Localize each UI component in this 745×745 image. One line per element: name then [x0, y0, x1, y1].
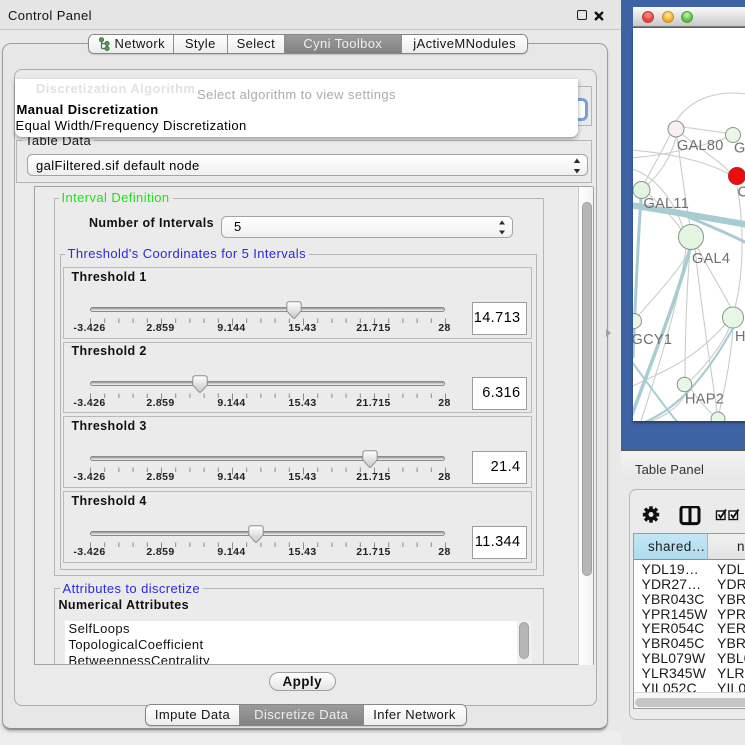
svg-text:CYC8: CYC8 — [738, 185, 745, 201]
svg-text:GCY1: GCY1 — [633, 332, 672, 348]
svg-text:GAL11: GAL11 — [644, 196, 690, 212]
svg-text:GAL: GAL — [734, 141, 745, 157]
svg-text:HAP2: HAP2 — [685, 392, 724, 408]
svg-text:GAL80: GAL80 — [677, 138, 724, 154]
svg-text:GAL4: GAL4 — [692, 251, 730, 267]
svg-text:HIS4: HIS4 — [735, 329, 745, 345]
